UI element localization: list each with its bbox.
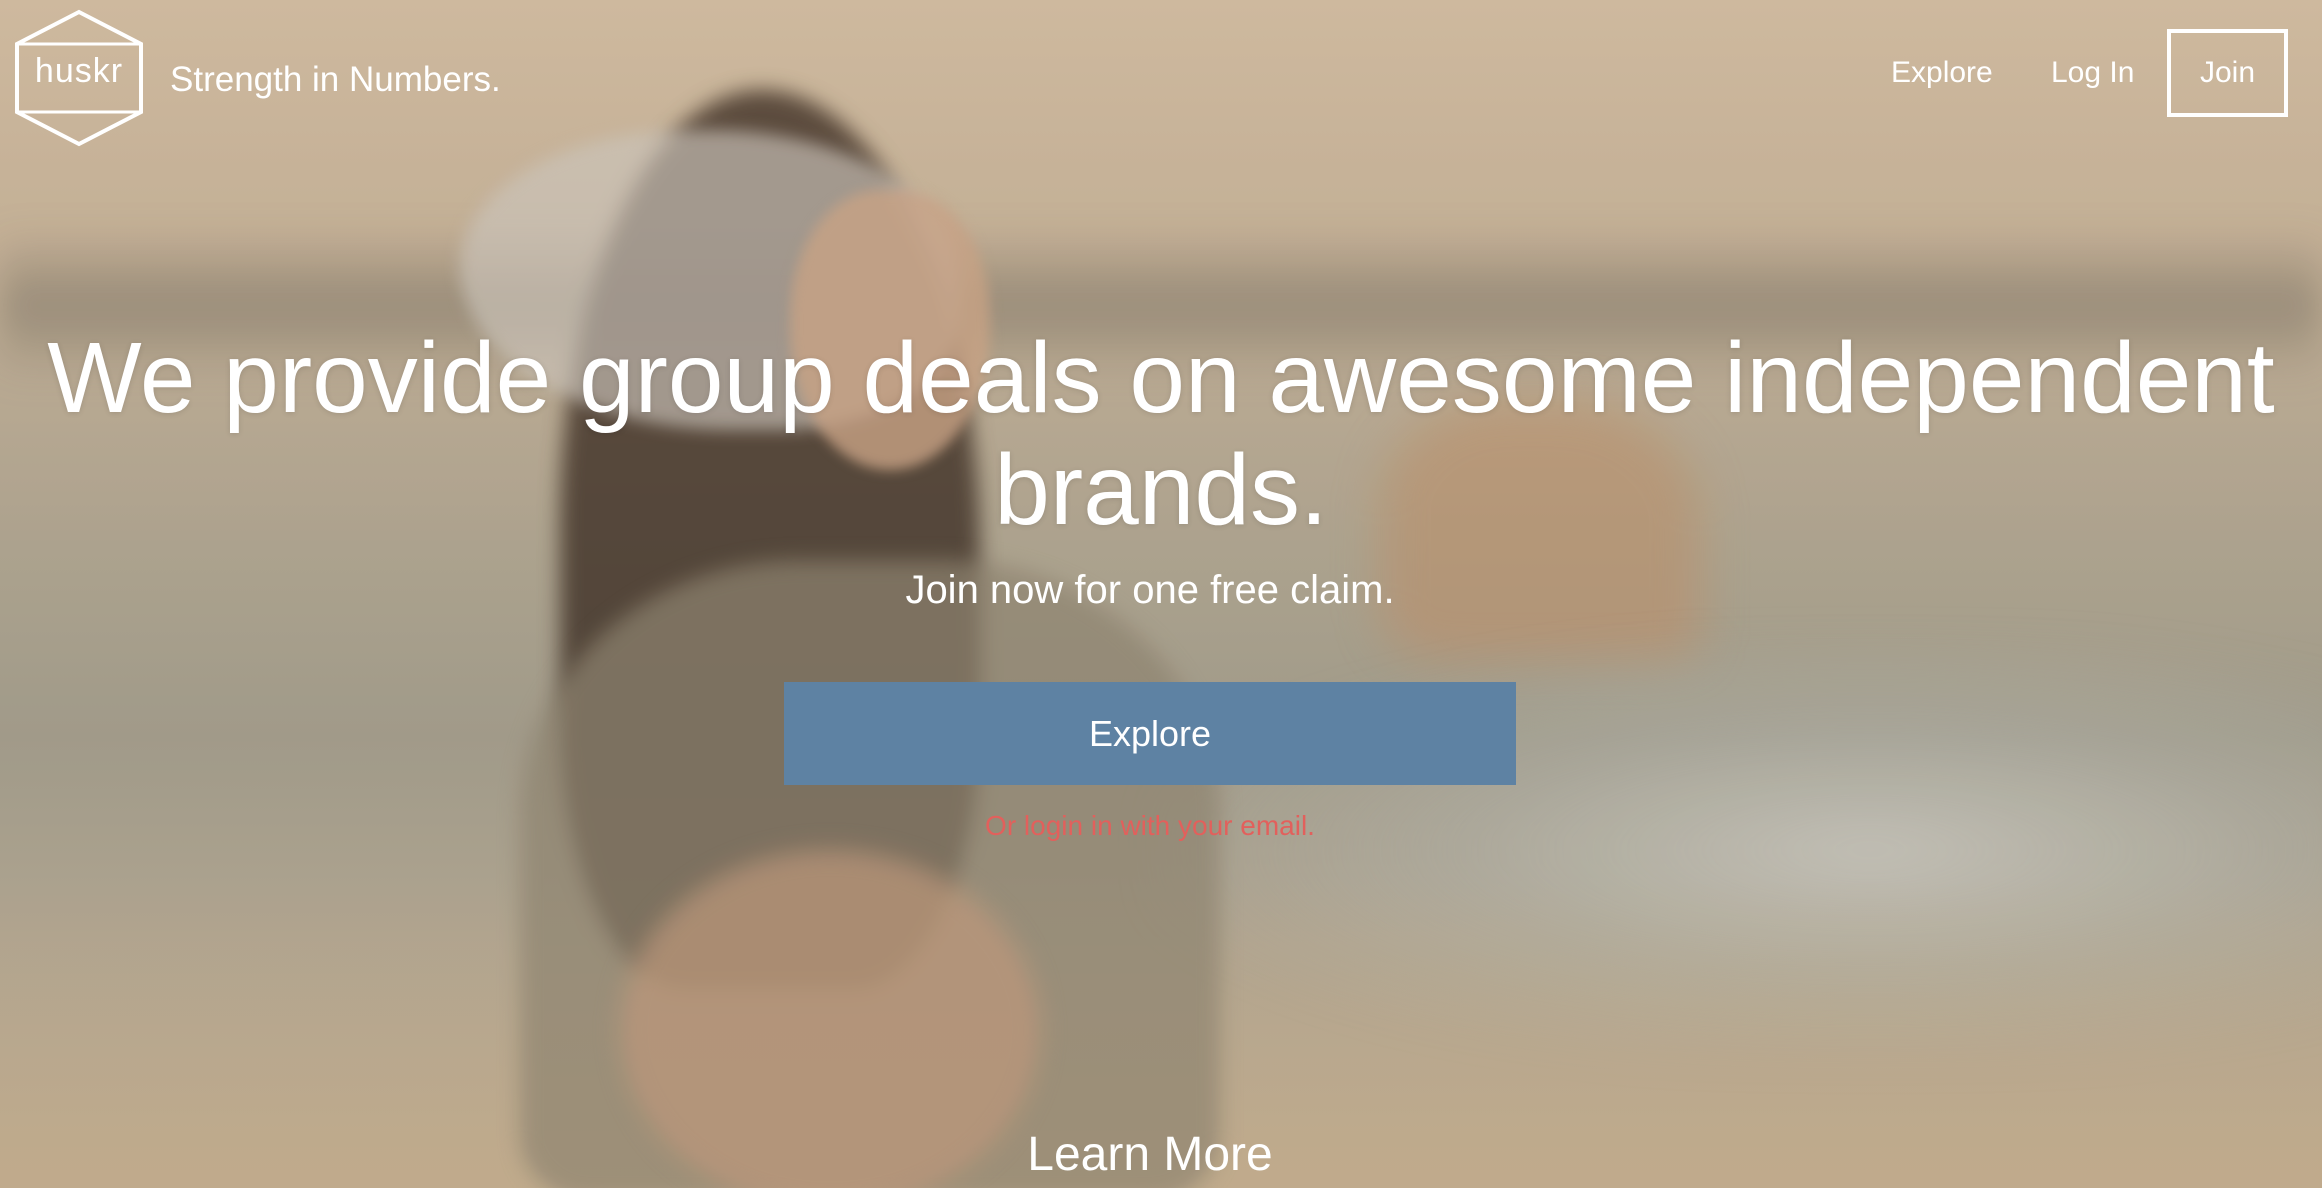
nav-explore-link[interactable]: Explore — [1891, 56, 1993, 90]
hero-subhead: Join now for one free claim. — [905, 568, 1395, 612]
tagline: Strength in Numbers. — [170, 60, 501, 99]
explore-cta-button[interactable]: Explore — [784, 682, 1516, 785]
logo-text: huskr — [34, 52, 124, 90]
hero-headline: We provide group deals on awesome indepe… — [47, 322, 2275, 546]
email-login-link[interactable]: Or login in with your email. — [0, 810, 2300, 842]
learn-more-link[interactable]: Learn More — [0, 1127, 2300, 1182]
logo[interactable]: huskr — [13, 8, 145, 148]
nav-login-link[interactable]: Log In — [2051, 56, 2134, 90]
nav-join-button[interactable]: Join — [2167, 29, 2288, 117]
hero-section: huskr Strength in Numbers. Explore Log I… — [0, 0, 2322, 1188]
